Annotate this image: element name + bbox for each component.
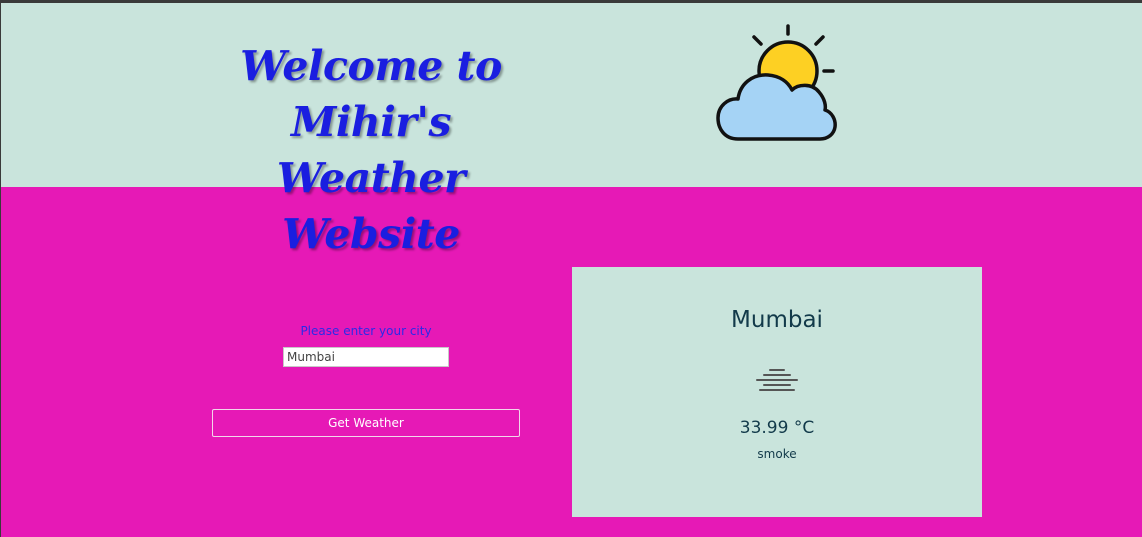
page-title-line-2: Weather Website	[276, 154, 466, 258]
city-input-label: Please enter your city	[300, 324, 432, 338]
site-header	[1, 3, 1142, 187]
page-title-line-1: Welcome to Mihir's	[240, 42, 502, 146]
partly-cloudy-sun-icon	[716, 24, 837, 141]
weather-result-card: Mumbai 33.99 °C smoke	[572, 267, 982, 517]
city-input[interactable]	[283, 347, 449, 367]
weather-city-name: Mumbai	[731, 307, 823, 333]
mist-icon	[756, 369, 798, 391]
get-weather-button[interactable]: Get Weather	[212, 409, 520, 437]
weather-temperature: 33.99 °C	[739, 418, 815, 438]
weather-description: smoke	[757, 447, 797, 461]
page-title: Welcome to Mihir's Weather Website	[186, 38, 556, 262]
